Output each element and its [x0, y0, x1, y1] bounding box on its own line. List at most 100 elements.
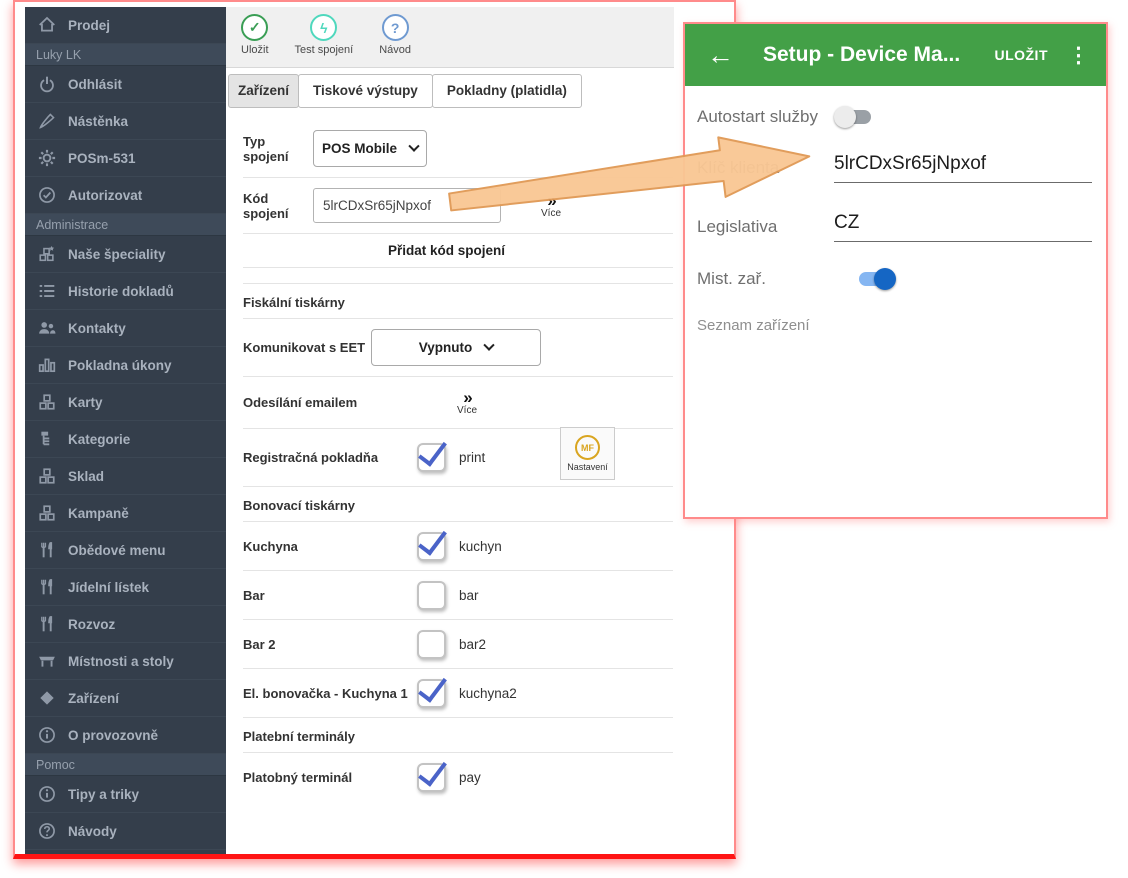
sidebar-item-label: Naše špeciality	[68, 247, 166, 262]
connection-code-input[interactable]	[313, 188, 501, 223]
form-row-section-4: Fiskální tiskárny	[243, 284, 673, 319]
tab-1[interactable]: Tiskové výstupy	[298, 74, 433, 108]
sidebar: ProdejLuky LKOdhlásit Nástěnka POSm-531 Aut…	[25, 7, 226, 854]
toolbar-button-1[interactable]: ϟTest spojení	[295, 14, 354, 56]
sidebar-item-14[interactable]: Kampaně	[25, 495, 226, 532]
client-key-row: Klíč klienta 5lrCDxSr65jNpxof	[697, 153, 1092, 183]
checkbox-checked[interactable]	[417, 763, 446, 792]
sidebar-item-label: Tipy a triky	[68, 787, 139, 802]
sidebar-item-13[interactable]: Sklad	[25, 458, 226, 495]
main-content: ✓Uložit ϟTest spojení? Návod ZařízeníTisko…	[226, 2, 734, 854]
sidebar-item-label: Jídelní lístek	[68, 580, 149, 595]
specials-blocks-icon	[38, 245, 56, 263]
back-arrow-icon[interactable]: ←	[707, 42, 734, 69]
sidebar-item-17[interactable]: Rozvoz	[25, 606, 226, 643]
sidebar-item-10[interactable]: Pokladna úkony	[25, 347, 226, 384]
autostart-toggle[interactable]	[834, 105, 874, 129]
sidebar-item-label: Autorizovat	[68, 188, 142, 203]
sidebar-item-0[interactable]: Prodej	[25, 7, 226, 44]
local-device-row: Mist. zař.	[697, 267, 1092, 291]
section-heading: Platební terminály	[243, 729, 355, 744]
sidebar-item-label: Rozvoz	[68, 617, 115, 632]
sidebar-item-20[interactable]: O provozovně	[25, 717, 226, 754]
client-key-label: Klíč klienta	[697, 158, 834, 178]
form-row-checkbox-10: Barbar	[243, 571, 673, 620]
app-header: ← Setup - Device Ma... ULOŽIT ⋮	[685, 24, 1106, 86]
sidebar-item-5[interactable]: Autorizovat	[25, 177, 226, 214]
question-icon: ?	[382, 14, 409, 41]
checkbox-value-text: kuchyn	[459, 539, 502, 554]
field-label: Typ spojení	[243, 134, 313, 164]
sidebar-item-2[interactable]: Odhlásit	[25, 66, 226, 103]
sidebar-item-15[interactable]: Obědové menu	[25, 532, 226, 569]
form-row-input-more-1: Kód spojení»Více	[243, 178, 673, 234]
more-label: Více	[541, 208, 561, 219]
tab-2[interactable]: Pokladny (platidla)	[432, 74, 582, 108]
form-row-select-5: Komunikovat s EETVypnuto	[243, 319, 673, 377]
sidebar-item-22[interactable]: Tipy a triky	[25, 776, 226, 813]
toolbar-button-2[interactable]: ? Návod	[379, 14, 411, 56]
sidebar-item-9[interactable]: Kontakty	[25, 310, 226, 347]
checkbox-checked[interactable]	[417, 532, 446, 561]
sidebar-item-label: Nástěnka	[68, 114, 128, 129]
checkbox-unchecked[interactable]	[417, 581, 446, 610]
field-label: Bar 2	[243, 637, 417, 652]
check-circle-icon	[38, 186, 56, 204]
select-0[interactable]: POS Mobile	[313, 130, 427, 167]
sidebar-item-label: Pokladna úkony	[68, 358, 172, 373]
local-device-label: Mist. zař.	[697, 269, 834, 289]
form-row-more-6: Odesílání emailem»Více	[243, 377, 673, 429]
checkbox-value-text: bar	[459, 588, 479, 603]
sidebar-section-label: Pomoc	[25, 754, 226, 776]
save-button[interactable]: ULOŽIT	[994, 47, 1048, 63]
chevron-down-icon	[408, 140, 419, 151]
kebab-menu-icon[interactable]: ⋮	[1068, 43, 1089, 68]
tab-bar: ZařízeníTiskové výstupyPokladny (platidl…	[228, 74, 582, 108]
checkbox-checked[interactable]	[417, 443, 446, 472]
mf-icon: MF	[575, 435, 600, 460]
add-connection-code-link[interactable]: Přidat kód spojení	[388, 243, 505, 258]
tree-icon	[38, 430, 56, 448]
local-device-toggle[interactable]	[856, 267, 896, 291]
tab-0[interactable]: Zařízení	[228, 74, 299, 108]
settings-button[interactable]: MFNastavení	[560, 427, 615, 480]
section-heading: Bonovací tiskárny	[243, 498, 355, 513]
sidebar-item-19[interactable]: Zařízení	[25, 680, 226, 717]
sidebar-item-label: Návody	[68, 824, 117, 839]
client-key-value[interactable]: 5lrCDxSr65jNpxof	[834, 153, 1092, 183]
sidebar-item-18[interactable]: Místnosti a stoly	[25, 643, 226, 680]
form-row-checkbox-9: Kuchynakuchyn	[243, 522, 673, 571]
sidebar-item-16[interactable]: Jídelní lístek	[25, 569, 226, 606]
field-label: Registračná pokladňa	[243, 450, 417, 465]
checkbox-unchecked[interactable]	[417, 630, 446, 659]
sidebar-item-3[interactable]: Nástěnka	[25, 103, 226, 140]
sidebar-item-label: Místnosti a stoly	[68, 654, 174, 669]
home-icon	[38, 16, 56, 34]
select-5[interactable]: Vypnuto	[371, 329, 541, 366]
sidebar-item-label: Historie dokladů	[68, 284, 174, 299]
sidebar-section-label: Luky LK	[25, 44, 226, 66]
toolbar-button-label: Návod	[379, 44, 411, 56]
blocks-icon	[38, 504, 56, 522]
form-row-checkbox-11: Bar 2bar2	[243, 620, 673, 669]
sidebar-item-4[interactable]: POSm-531	[25, 140, 226, 177]
select-value: Vypnuto	[419, 340, 473, 355]
toolbar: ✓Uložit ϟTest spojení? Návod	[226, 7, 674, 68]
sidebar-item-7[interactable]: Naše špeciality	[25, 236, 226, 273]
sidebar-item-label: Kampaně	[68, 506, 129, 521]
chevrons-icon: »	[463, 390, 470, 405]
sidebar-item-8[interactable]: Historie dokladů	[25, 273, 226, 310]
device-settings-form: Typ spojeníPOS Mobile Kód spojení»Více Při…	[243, 120, 673, 802]
lightning-icon: ϟ	[310, 14, 337, 41]
more-link[interactable]: »Více	[457, 390, 477, 416]
checkbox-value-text: print	[459, 450, 485, 465]
sidebar-item-23[interactable]: Návody	[25, 813, 226, 850]
checkbox-checked[interactable]	[417, 679, 446, 708]
sidebar-item-11[interactable]: Karty	[25, 384, 226, 421]
more-link[interactable]: »Více	[541, 193, 561, 219]
toolbar-button-0[interactable]: ✓Uložit	[241, 14, 269, 56]
legislation-label: Legislativa	[697, 217, 834, 237]
legislation-value[interactable]: CZ	[834, 212, 1092, 242]
sidebar-item-12[interactable]: Kategorie	[25, 421, 226, 458]
autostart-row: Autostart služby	[697, 105, 1092, 129]
